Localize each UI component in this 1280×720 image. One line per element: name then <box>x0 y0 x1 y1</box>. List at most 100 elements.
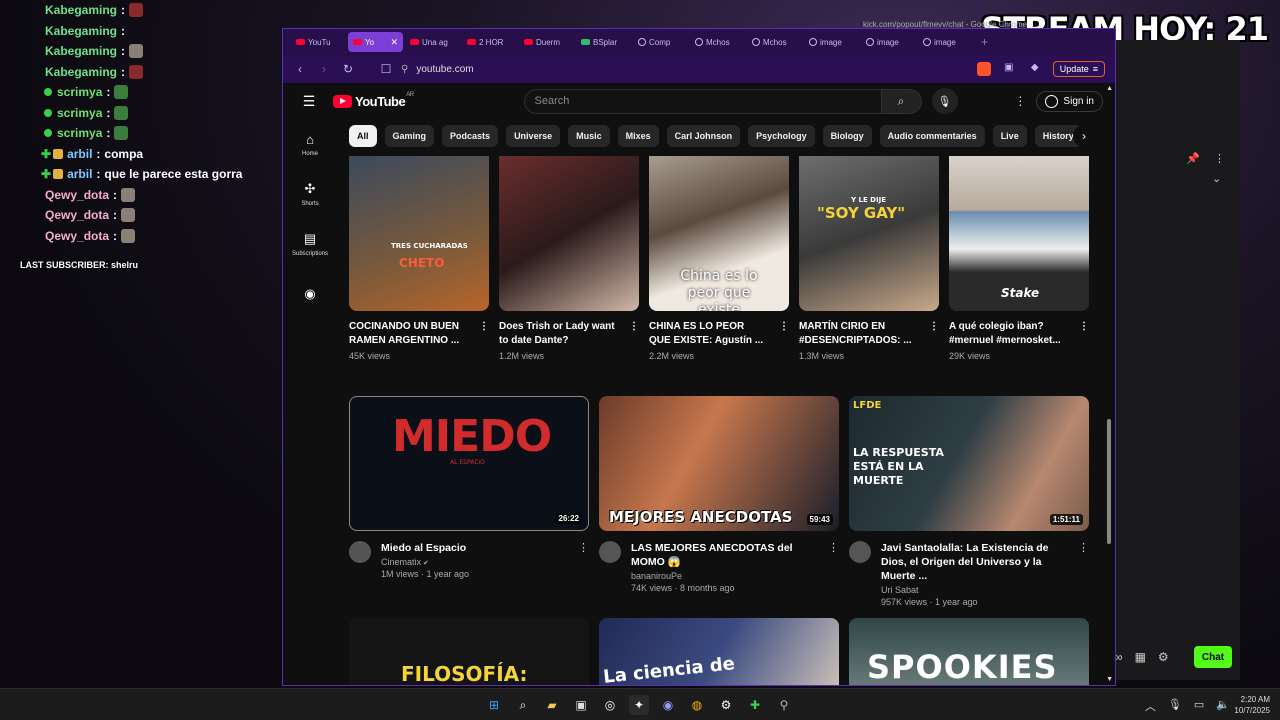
channel-avatar[interactable] <box>849 541 871 563</box>
discord-icon[interactable]: ◉ <box>658 695 678 715</box>
voice-search-button[interactable]: 🎙 <box>931 88 958 114</box>
obs-icon[interactable]: ◎ <box>600 695 620 715</box>
browser-tab[interactable]: 2 HOR <box>462 32 517 52</box>
more-options-icon[interactable]: ⋮ <box>1078 541 1089 607</box>
filter-chip[interactable]: Biology <box>822 125 872 147</box>
short-thumbnail[interactable]: Stake <box>949 156 1089 311</box>
youtube-logo[interactable]: YouTube AR <box>333 92 414 109</box>
volume-icon[interactable]: 🔈 <box>1216 698 1230 714</box>
short-thumbnail[interactable]: TRES CUCHARADAS CHETO <box>349 156 489 311</box>
more-options-icon[interactable]: ⋮ <box>479 320 489 348</box>
filter-chip[interactable]: Carl Johnson <box>666 125 741 147</box>
sidebar-item[interactable]: ◉ <box>283 269 337 319</box>
settings-icon[interactable]: ⚙ <box>716 695 736 715</box>
sidebar-item[interactable]: ✣ Shorts <box>283 169 337 219</box>
filter-chip[interactable]: All <box>349 125 377 147</box>
filter-chip[interactable]: Mixes <box>617 125 659 147</box>
more-options-icon[interactable]: ⋮ <box>1079 320 1089 348</box>
more-options-icon[interactable]: ⋮ <box>578 541 589 579</box>
forward-icon[interactable]: › <box>317 62 331 76</box>
browser-tab[interactable]: Mchos <box>690 32 745 52</box>
video-thumbnail[interactable]: La ciencia de <box>599 618 839 685</box>
video-card[interactable]: MEJORES ANECDOTAS 59:43 LAS MEJORES ANECDO… <box>599 396 839 607</box>
browser-tab[interactable]: YouTu <box>291 32 346 52</box>
reload-icon[interactable]: ↻ <box>341 62 355 76</box>
microphone-icon[interactable]: 🎙 <box>1168 698 1182 714</box>
back-icon[interactable]: ‹ <box>293 62 307 76</box>
browser-tab[interactable]: Una ag <box>405 32 460 52</box>
scrollbar-thumb[interactable] <box>1107 419 1111 544</box>
filter-chip[interactable]: Universe <box>506 125 561 147</box>
more-options-icon[interactable]: ⋮ <box>929 320 939 348</box>
short-card[interactable]: China es lo peor que existe CHINA ES LO P… <box>649 156 789 361</box>
browser-tab[interactable]: image <box>804 32 859 52</box>
more-options-icon[interactable]: ⋮ <box>629 320 639 348</box>
filter-chip[interactable]: Audio commentaries <box>879 125 985 147</box>
sidebar-item[interactable]: ▤ Subscriptions <box>283 219 337 269</box>
edge-icon[interactable]: ✦ <box>629 695 649 715</box>
more-options-icon[interactable]: ⋮ <box>779 320 789 348</box>
short-title[interactable]: A qué colegio iban? #mernuel #mernosket.… <box>949 320 1067 348</box>
browser-tab[interactable]: Duerm <box>519 32 574 52</box>
video-thumbnail[interactable]: LFDE LA RESPUESTA ESTÁ EN LA MUERTE 1:51:1… <box>849 396 1089 531</box>
taskbar-clock[interactable]: 2:20 AM 10/7/2025 <box>1234 694 1270 716</box>
browser-tab[interactable]: Comp <box>633 32 688 52</box>
video-title[interactable]: LAS MEJORES ANECDOTAS del MOMO 😱 <box>631 541 811 569</box>
chevron-down-icon[interactable]: ⌄ <box>1212 172 1221 185</box>
bookmark-icon[interactable]: ☐ <box>379 62 393 76</box>
filter-chip[interactable]: Live <box>992 125 1027 147</box>
close-tab-icon[interactable]: ✕ <box>390 37 398 48</box>
channel-avatar[interactable] <box>599 541 621 563</box>
short-thumbnail[interactable]: Y LE DIJE "SOY GAY" <box>799 156 939 311</box>
short-card[interactable]: Does Trish or Lady want to date Dante? ⋮ 1… <box>499 156 639 361</box>
new-tab-icon[interactable]: + <box>981 35 988 49</box>
short-card[interactable]: Y LE DIJE "SOY GAY" MARTÍN CIRIO EN #DESEN… <box>799 156 939 361</box>
short-title[interactable]: MARTÍN CIRIO EN #DESENCRIPTADOS: ... <box>799 320 917 348</box>
short-thumbnail[interactable] <box>499 156 639 311</box>
vpn-icon[interactable]: ◆ <box>1027 62 1043 76</box>
chrome-icon[interactable]: ◍ <box>687 695 707 715</box>
store-icon[interactable]: ▦ <box>1135 650 1146 664</box>
sidebar-item[interactable]: ⌂ Home <box>283 119 337 169</box>
search-icon[interactable]: ⌕ <box>513 695 533 715</box>
chips-next-button[interactable]: › <box>1073 125 1095 147</box>
scroll-up-arrow-icon[interactable]: ▲ <box>1106 85 1113 92</box>
short-thumbnail[interactable]: China es lo peor que existe <box>649 156 789 311</box>
chat-send-button[interactable]: Chat <box>1194 646 1232 668</box>
search-button[interactable]: ⌕ <box>881 88 922 114</box>
filter-chip[interactable]: Psychology <box>748 125 815 147</box>
sign-in-button[interactable]: Sign in <box>1036 90 1103 112</box>
url-field[interactable]: ☐ ⚲ youtube.com <box>379 62 967 76</box>
browser-tab[interactable]: Mchos <box>747 32 802 52</box>
sidebar-toggle-icon[interactable]: ▣ <box>1001 62 1017 76</box>
filter-chip[interactable]: Gaming <box>384 125 435 147</box>
kebab-menu-icon[interactable]: ⋮ <box>1214 152 1225 165</box>
short-card[interactable]: Stake A qué colegio iban? #mernuel #merno… <box>949 156 1089 361</box>
windows-start-icon[interactable]: ⊞ <box>484 695 504 715</box>
short-card[interactable]: TRES CUCHARADAS CHETO COCINANDO UN BUEN RA… <box>349 156 489 361</box>
pin-icon[interactable]: 📌 <box>1186 152 1200 165</box>
file-explorer-icon[interactable]: ▰ <box>542 695 562 715</box>
xbox-icon[interactable]: ✚ <box>745 695 765 715</box>
search-input[interactable]: Search <box>523 88 882 114</box>
update-button[interactable]: Update ≡ <box>1052 61 1105 77</box>
brave-shield-icon[interactable] <box>976 62 991 76</box>
more-options-icon[interactable]: ⋮ <box>828 541 839 593</box>
video-thumbnail[interactable]: MEJORES ANECDOTAS 59:43 <box>599 396 839 531</box>
site-settings-icon[interactable]: ⚲ <box>401 64 408 75</box>
scroll-down-arrow-icon[interactable]: ▼ <box>1106 676 1113 683</box>
short-title[interactable]: Does Trish or Lady want to date Dante? <box>499 320 617 348</box>
channel-avatar[interactable] <box>349 541 371 563</box>
short-title[interactable]: COCINANDO UN BUEN RAMEN ARGENTINO ... <box>349 320 467 348</box>
channel-name[interactable]: Cinematix ✔ <box>381 557 561 567</box>
network-icon[interactable]: ▭ <box>1194 698 1204 714</box>
filter-chip[interactable]: Music <box>568 125 610 147</box>
tray-overflow-icon[interactable]: ︿ <box>1145 698 1156 714</box>
steam-icon[interactable]: ⚲ <box>774 695 794 715</box>
browser-tab[interactable]: image <box>918 32 973 52</box>
browser-tab[interactable]: image <box>861 32 916 52</box>
store-icon[interactable]: ▣ <box>571 695 591 715</box>
hamburger-menu-icon[interactable]: ☰ <box>295 93 323 110</box>
video-title[interactable]: Javi Santaolalla: La Existencia de Dios,… <box>881 541 1061 583</box>
channel-name[interactable]: Uri Sabat <box>881 585 1061 595</box>
